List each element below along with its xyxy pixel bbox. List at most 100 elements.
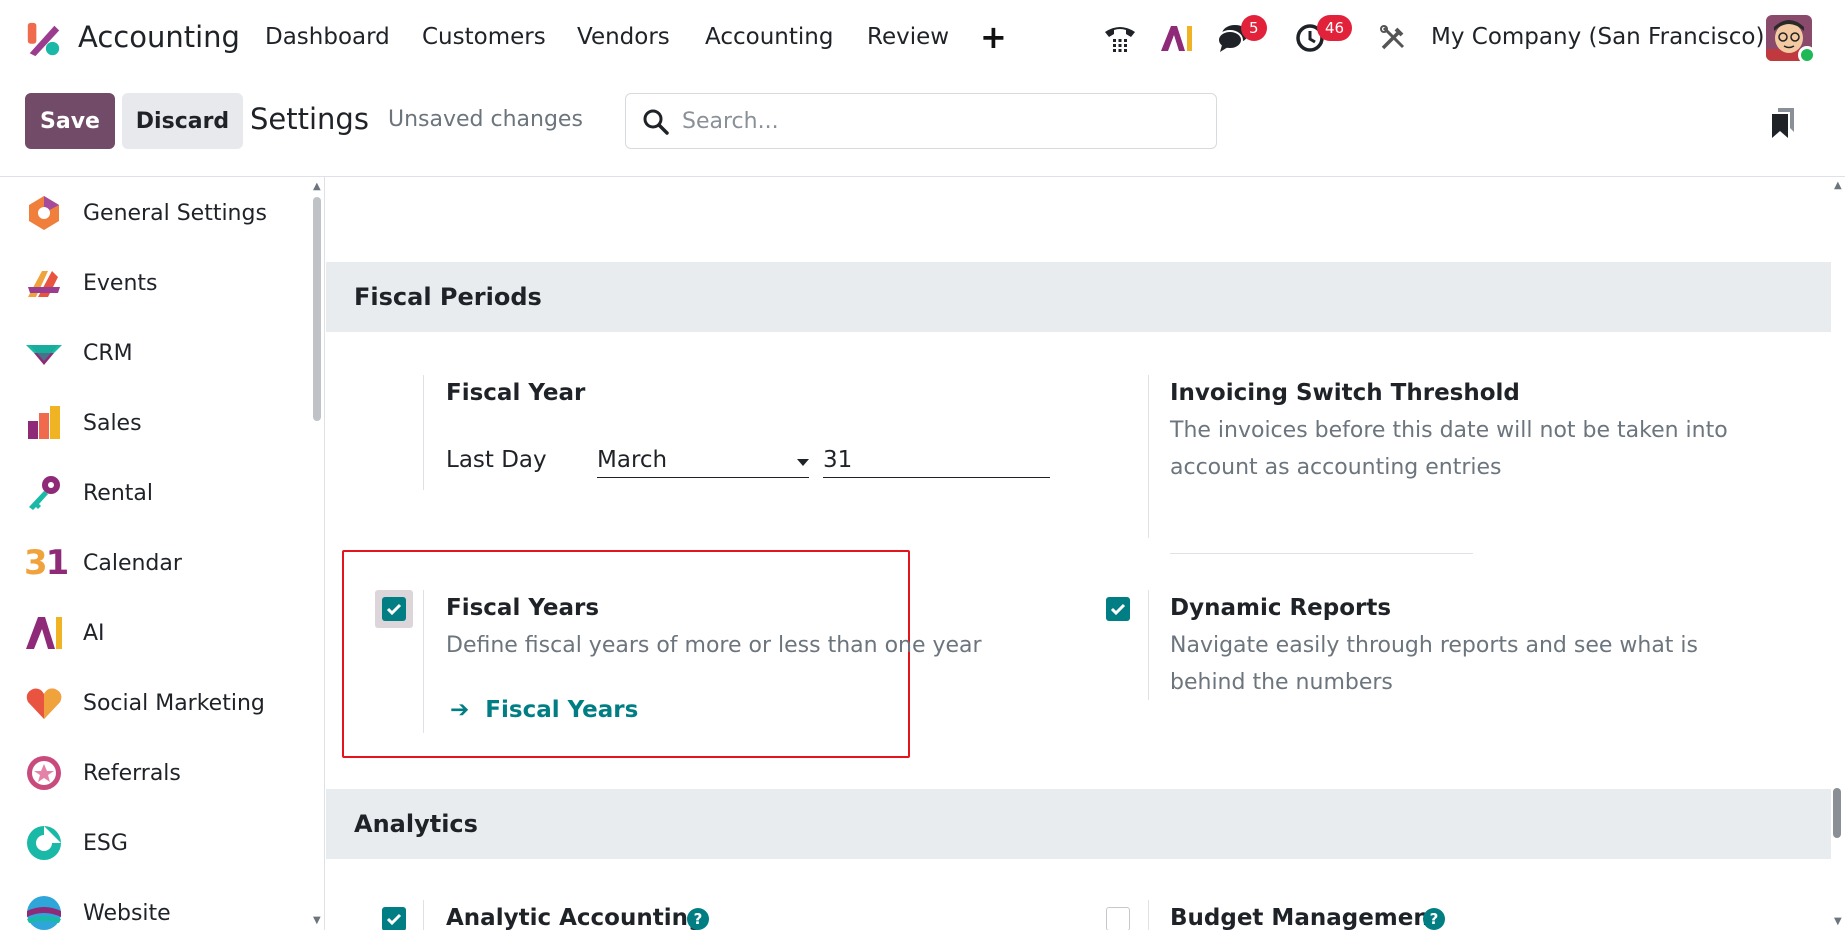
last-day-day-input[interactable]: 31 xyxy=(823,447,1050,478)
search-box[interactable] xyxy=(625,93,1217,149)
sidebar-item-label: Sales xyxy=(83,410,142,436)
unsaved-changes-indicator: Unsaved changes xyxy=(388,107,583,132)
analytic-accounting-title: Analytic Accounting xyxy=(446,905,705,930)
section-header-analytics: Analytics xyxy=(326,789,1831,859)
general-settings-icon xyxy=(29,196,59,230)
section-header-fiscal-periods: Fiscal Periods xyxy=(326,262,1831,332)
top-navbar: Accounting Dashboard Customers Vendors A… xyxy=(0,0,1845,76)
dynamic-reports-desc-1: Navigate easily through reports and see … xyxy=(1170,633,1698,658)
sidebar-item-website[interactable]: Website xyxy=(0,883,310,930)
invoicing-threshold-date-field[interactable] xyxy=(1170,553,1473,554)
calendar-icon: 31 xyxy=(24,543,69,583)
dynamic-reports-title: Dynamic Reports xyxy=(1170,595,1392,621)
sidebar-item-esg[interactable]: ESG xyxy=(0,813,310,873)
settings-sidebar: General Settings Events CRM Sales Rental… xyxy=(0,177,325,930)
fiscal-years-title: Fiscal Years xyxy=(446,595,600,621)
search-input[interactable] xyxy=(682,104,1202,138)
sidebar-item-sales[interactable]: Sales xyxy=(0,393,310,453)
help-icon[interactable]: ? xyxy=(687,908,709,930)
dynamic-reports-checkbox[interactable] xyxy=(1106,597,1130,621)
setting-divider xyxy=(1148,375,1149,538)
sidebar-item-label: Events xyxy=(83,270,158,296)
ai-icon xyxy=(26,617,62,649)
sidebar-item-crm[interactable]: CRM xyxy=(0,323,310,383)
help-icon[interactable]: ? xyxy=(1423,908,1445,930)
last-day-month-select[interactable]: March xyxy=(597,447,809,478)
fiscal-years-desc: Define fiscal years of more or less than… xyxy=(446,633,982,658)
events-icon xyxy=(28,271,60,297)
crm-icon xyxy=(26,345,62,365)
nav-review[interactable]: Review xyxy=(867,24,949,50)
sidebar-scrollbar-thumb[interactable] xyxy=(313,197,321,421)
calendar-icon-glyph: 31 xyxy=(24,543,69,583)
sidebar-item-calendar[interactable]: 31 Calendar xyxy=(0,533,310,593)
social-marketing-heart-icon xyxy=(26,688,62,719)
setting-divider xyxy=(1148,900,1149,930)
sidebar-item-ai[interactable]: AI xyxy=(0,603,310,663)
website-globe-icon xyxy=(27,896,61,930)
invoicing-threshold-title: Invoicing Switch Threshold xyxy=(1170,380,1520,406)
invoicing-threshold-desc-2: account as accounting entries xyxy=(1170,455,1502,480)
referrals-icon xyxy=(27,756,61,790)
scroll-down-arrow[interactable]: ▼ xyxy=(313,915,321,926)
discard-button[interactable]: Discard xyxy=(122,93,243,149)
esg-icon xyxy=(27,826,61,860)
sidebar-item-general-settings[interactable]: General Settings xyxy=(0,183,310,243)
setting-divider xyxy=(423,900,424,930)
add-menu-button[interactable]: + xyxy=(980,18,1007,56)
checkmark-icon xyxy=(386,603,402,616)
checkmark-icon xyxy=(1110,603,1126,616)
save-button[interactable]: Save xyxy=(25,93,115,149)
last-day-label: Last Day xyxy=(446,447,547,473)
page-title: Settings xyxy=(250,102,369,136)
fiscal-years-link[interactable]: ➔ Fiscal Years xyxy=(450,697,638,723)
main-scroll-down-arrow[interactable]: ▼ xyxy=(1834,916,1842,927)
bookmark-icon[interactable] xyxy=(1770,106,1796,140)
budget-management-title: Budget Management xyxy=(1170,905,1441,930)
nav-customers[interactable]: Customers xyxy=(422,24,546,50)
rental-key-icon xyxy=(29,476,60,510)
online-status-dot xyxy=(1798,46,1816,64)
sidebar-item-label: Referrals xyxy=(83,760,181,786)
sidebar-item-label: Rental xyxy=(83,480,153,506)
sidebar-item-label: CRM xyxy=(83,340,133,366)
last-day-month-value: March xyxy=(597,447,668,473)
analytic-accounting-checkbox[interactable] xyxy=(382,907,406,930)
sidebar-item-label: Calendar xyxy=(83,550,182,576)
company-switcher[interactable]: My Company (San Francisco) xyxy=(1431,24,1764,50)
section-title: Analytics xyxy=(354,810,478,838)
section-title: Fiscal Periods xyxy=(354,283,542,311)
fiscal-years-checkbox[interactable] xyxy=(382,597,406,621)
sidebar-item-rental[interactable]: Rental xyxy=(0,463,310,523)
phone-icon[interactable] xyxy=(1100,18,1140,58)
nav-dashboard[interactable]: Dashboard xyxy=(265,24,390,50)
sidebar-item-social-marketing[interactable]: Social Marketing xyxy=(0,673,310,733)
main-scroll-up-arrow[interactable]: ▲ xyxy=(1834,180,1842,191)
accounting-app-icon[interactable] xyxy=(24,20,62,58)
budget-management-checkbox[interactable] xyxy=(1106,907,1130,930)
sidebar-item-referrals[interactable]: Referrals xyxy=(0,743,310,803)
chevron-down-icon xyxy=(797,459,809,466)
tools-icon[interactable] xyxy=(1373,18,1413,58)
messages-badge: 5 xyxy=(1241,15,1267,41)
main-scrollbar-thumb[interactable] xyxy=(1833,788,1841,838)
arrow-right-icon: ➔ xyxy=(450,697,470,723)
sidebar-item-label: AI xyxy=(83,620,105,646)
sales-icon xyxy=(28,406,60,439)
sidebar-item-events[interactable]: Events xyxy=(0,253,310,313)
search-icon xyxy=(643,109,669,135)
nav-accounting[interactable]: Accounting xyxy=(705,24,833,50)
last-day-day-value: 31 xyxy=(823,447,853,473)
sidebar-item-label: Website xyxy=(83,900,171,926)
sidebar-item-label: ESG xyxy=(83,830,128,856)
ai-icon[interactable] xyxy=(1157,18,1197,58)
setting-divider xyxy=(1148,590,1149,700)
invoicing-threshold-desc-1: The invoices before this date will not b… xyxy=(1170,418,1728,443)
scroll-up-arrow[interactable]: ▲ xyxy=(313,181,321,192)
checkmark-icon xyxy=(386,913,402,926)
app-name[interactable]: Accounting xyxy=(78,20,240,54)
fiscal-year-title: Fiscal Year xyxy=(446,380,586,406)
sidebar-item-label: General Settings xyxy=(83,200,267,226)
nav-vendors[interactable]: Vendors xyxy=(577,24,670,50)
fiscal-years-link-label: Fiscal Years xyxy=(485,697,639,723)
